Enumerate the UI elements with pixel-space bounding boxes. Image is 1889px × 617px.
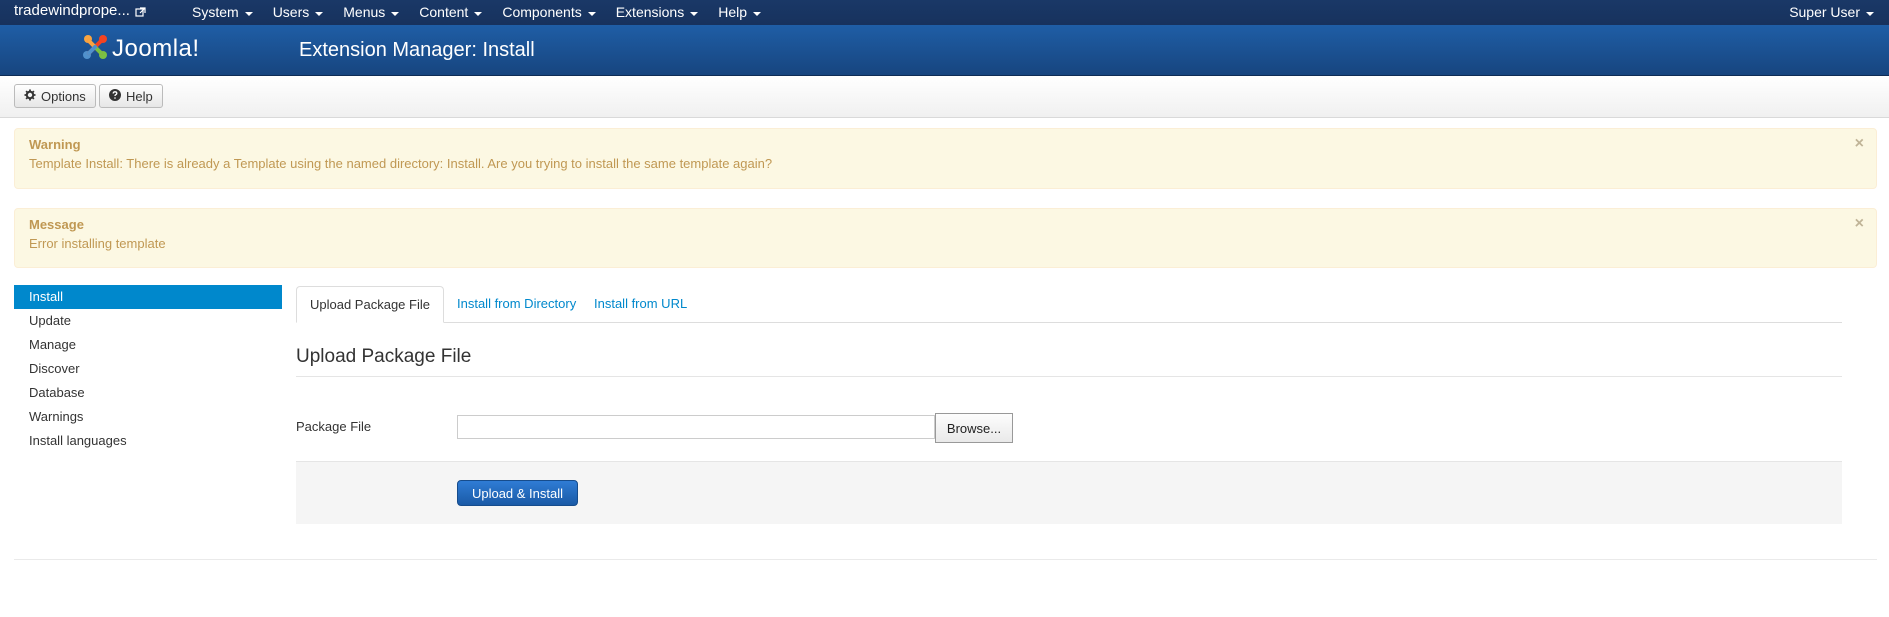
menu-help[interactable]: Help bbox=[708, 0, 771, 25]
sidebar: Install Update Manage Discover Database … bbox=[14, 285, 282, 453]
main-menu: System Users Menus Content Components Ex… bbox=[182, 0, 771, 25]
user-name[interactable]: Super User bbox=[1789, 0, 1860, 25]
menu-extensions[interactable]: Extensions bbox=[606, 0, 708, 25]
alert-text: Error installing template bbox=[29, 236, 166, 251]
browse-button[interactable]: Browse... bbox=[935, 413, 1013, 443]
caret-down-icon bbox=[1866, 11, 1874, 16]
caret-down-icon bbox=[753, 11, 761, 16]
menu-content[interactable]: Content bbox=[409, 0, 492, 25]
page-header: Joomla! Extension Manager: Install bbox=[0, 25, 1889, 76]
help-button[interactable]: Help bbox=[99, 84, 163, 108]
sidebar-item-warnings[interactable]: Warnings bbox=[14, 405, 282, 429]
user-menu[interactable]: Super User bbox=[1789, 0, 1874, 25]
menu-label[interactable]: Help bbox=[718, 0, 747, 25]
sidebar-item-manage[interactable]: Manage bbox=[14, 333, 282, 357]
menu-label[interactable]: Components bbox=[502, 0, 581, 25]
divider bbox=[14, 559, 1877, 560]
external-link-icon bbox=[135, 5, 146, 17]
menu-menus[interactable]: Menus bbox=[333, 0, 409, 25]
sidebar-item-database[interactable]: Database bbox=[14, 381, 282, 405]
site-link[interactable]: tradewindprope... bbox=[14, 2, 146, 19]
package-file-label: Package File bbox=[296, 419, 372, 434]
upload-install-button[interactable]: Upload & Install bbox=[457, 480, 578, 506]
install-tabs: Upload Package File Install from Directo… bbox=[296, 286, 1842, 323]
close-icon[interactable]: × bbox=[1855, 215, 1864, 233]
question-circle-icon bbox=[109, 88, 121, 104]
options-label: Options bbox=[41, 88, 86, 104]
alert-heading: Message bbox=[29, 217, 84, 232]
caret-down-icon bbox=[690, 11, 699, 16]
site-name[interactable]: tradewindprope... bbox=[14, 2, 130, 19]
menu-users[interactable]: Users bbox=[263, 0, 334, 25]
section-title: Upload Package File bbox=[296, 346, 472, 367]
menu-label[interactable]: Users bbox=[273, 0, 310, 25]
sidebar-item-update[interactable]: Update bbox=[14, 309, 282, 333]
toolbar: Options Help bbox=[0, 76, 1889, 118]
caret-down-icon bbox=[244, 11, 253, 16]
divider bbox=[296, 376, 1842, 377]
package-file-input[interactable] bbox=[457, 415, 935, 439]
page-title: Extension Manager: Install bbox=[299, 39, 535, 61]
alert-text: Template Install: There is already a Tem… bbox=[29, 156, 773, 171]
help-label: Help bbox=[126, 88, 153, 104]
menu-label[interactable]: Menus bbox=[343, 0, 385, 25]
sidebar-item-install[interactable]: Install bbox=[14, 285, 282, 309]
form-actions: Upload & Install bbox=[296, 461, 1842, 524]
joomla-logo-icon bbox=[80, 32, 110, 65]
close-icon[interactable]: × bbox=[1855, 135, 1864, 153]
joomla-logo[interactable]: Joomla! bbox=[80, 32, 200, 65]
tab-install-from-url[interactable]: Install from URL bbox=[581, 286, 700, 322]
menu-label[interactable]: Content bbox=[419, 0, 468, 25]
tab-upload-package-file[interactable]: Upload Package File bbox=[296, 286, 444, 323]
menu-system[interactable]: System bbox=[182, 0, 263, 25]
menu-label[interactable]: Extensions bbox=[616, 0, 684, 25]
message-alert: Message Error installing template × bbox=[14, 208, 1877, 268]
menu-label[interactable]: System bbox=[192, 0, 239, 25]
top-navbar: tradewindprope... System Users Menus Con… bbox=[0, 0, 1889, 25]
tab-install-from-directory[interactable]: Install from Directory bbox=[444, 286, 589, 322]
menu-components[interactable]: Components bbox=[492, 0, 605, 25]
caret-down-icon bbox=[391, 11, 400, 16]
caret-down-icon bbox=[474, 11, 483, 16]
caret-down-icon bbox=[587, 11, 596, 16]
sidebar-item-discover[interactable]: Discover bbox=[14, 357, 282, 381]
gear-icon bbox=[24, 89, 36, 104]
alert-heading: Warning bbox=[29, 137, 81, 152]
logo-text: Joomla! bbox=[112, 34, 200, 62]
warning-alert: Warning Template Install: There is alrea… bbox=[14, 128, 1877, 189]
caret-down-icon bbox=[315, 11, 324, 16]
sidebar-item-install-languages[interactable]: Install languages bbox=[14, 429, 282, 453]
options-button[interactable]: Options bbox=[14, 84, 96, 108]
